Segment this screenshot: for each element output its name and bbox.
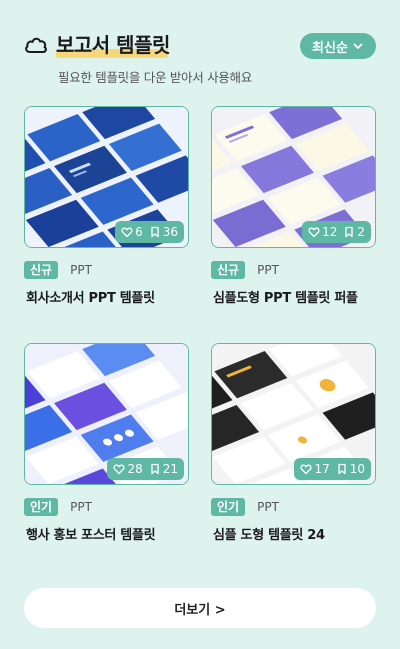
cloud-icon bbox=[25, 37, 47, 53]
file-format: PPT bbox=[70, 500, 92, 514]
status-badge: 인기 bbox=[24, 498, 59, 516]
template-stats: 28 21 bbox=[107, 458, 184, 480]
template-card[interactable]: 6 36 신규 PPT 회사소개서 PPT 템플릿 bbox=[24, 106, 189, 306]
likes-count[interactable]: 17 bbox=[300, 462, 330, 476]
template-meta: 인기 PPT bbox=[211, 497, 279, 517]
template-thumbnail[interactable]: 17 10 bbox=[211, 343, 376, 485]
status-badge: 신규 bbox=[24, 261, 59, 279]
template-thumbnail[interactable]: 28 21 bbox=[24, 343, 189, 485]
status-badge: 신규 bbox=[211, 261, 246, 279]
bookmark-icon bbox=[338, 463, 346, 475]
bookmarks-count[interactable]: 21 bbox=[149, 462, 178, 476]
heart-icon bbox=[113, 464, 125, 475]
heart-icon bbox=[300, 464, 312, 475]
bookmarks-count[interactable]: 2 bbox=[343, 225, 365, 239]
header: 보고서 템플릿 최신순 bbox=[24, 30, 376, 62]
bookmarks-count[interactable]: 10 bbox=[336, 462, 365, 476]
template-thumbnail[interactable]: 6 36 bbox=[24, 106, 189, 248]
heart-icon bbox=[308, 227, 320, 238]
page-subtitle: 필요한 템플릿을 다운 받아서 사용해요 bbox=[58, 70, 252, 85]
template-meta: 신규 PPT bbox=[211, 260, 279, 280]
bookmark-icon bbox=[151, 463, 159, 475]
template-name[interactable]: 회사소개서 PPT 템플릿 bbox=[26, 287, 196, 306]
chevron-down-icon bbox=[353, 43, 363, 49]
likes-count[interactable]: 6 bbox=[121, 225, 143, 239]
file-format: PPT bbox=[70, 263, 92, 277]
template-stats: 12 2 bbox=[302, 221, 371, 243]
likes-count[interactable]: 12 bbox=[308, 225, 337, 239]
template-name[interactable]: 심플 도형 템플릿 24 bbox=[213, 524, 383, 543]
bookmarks-count[interactable]: 36 bbox=[149, 225, 178, 239]
bookmark-icon bbox=[151, 226, 159, 238]
status-badge: 인기 bbox=[211, 498, 246, 516]
heart-icon bbox=[121, 227, 133, 238]
template-thumbnail[interactable]: 12 2 bbox=[211, 106, 376, 248]
template-name[interactable]: 심플도형 PPT 템플릿 퍼플 bbox=[213, 287, 383, 306]
page-title: 보고서 템플릿 bbox=[56, 33, 170, 57]
template-card[interactable]: 28 21 인기 PPT 행사 홍보 포스터 템플릿 bbox=[24, 343, 189, 543]
template-meta: 인기 PPT bbox=[24, 497, 92, 517]
sort-dropdown[interactable]: 최신순 bbox=[300, 33, 376, 59]
file-format: PPT bbox=[257, 500, 279, 514]
sort-label: 최신순 bbox=[312, 40, 348, 56]
template-card[interactable]: 17 10 인기 PPT 심플 도형 템플릿 24 bbox=[211, 343, 376, 543]
template-stats: 6 36 bbox=[115, 221, 184, 243]
bookmark-icon bbox=[345, 226, 354, 238]
template-meta: 신규 PPT bbox=[24, 260, 92, 280]
load-more-button[interactable]: 더보기 > bbox=[24, 588, 376, 628]
file-format: PPT bbox=[257, 263, 279, 277]
likes-count[interactable]: 28 bbox=[113, 462, 143, 476]
template-stats: 17 10 bbox=[294, 458, 371, 480]
template-name[interactable]: 행사 홍보 포스터 템플릿 bbox=[26, 524, 196, 543]
template-card[interactable]: 12 2 신규 PPT 심플도형 PPT 템플릿 퍼플 bbox=[211, 106, 376, 306]
